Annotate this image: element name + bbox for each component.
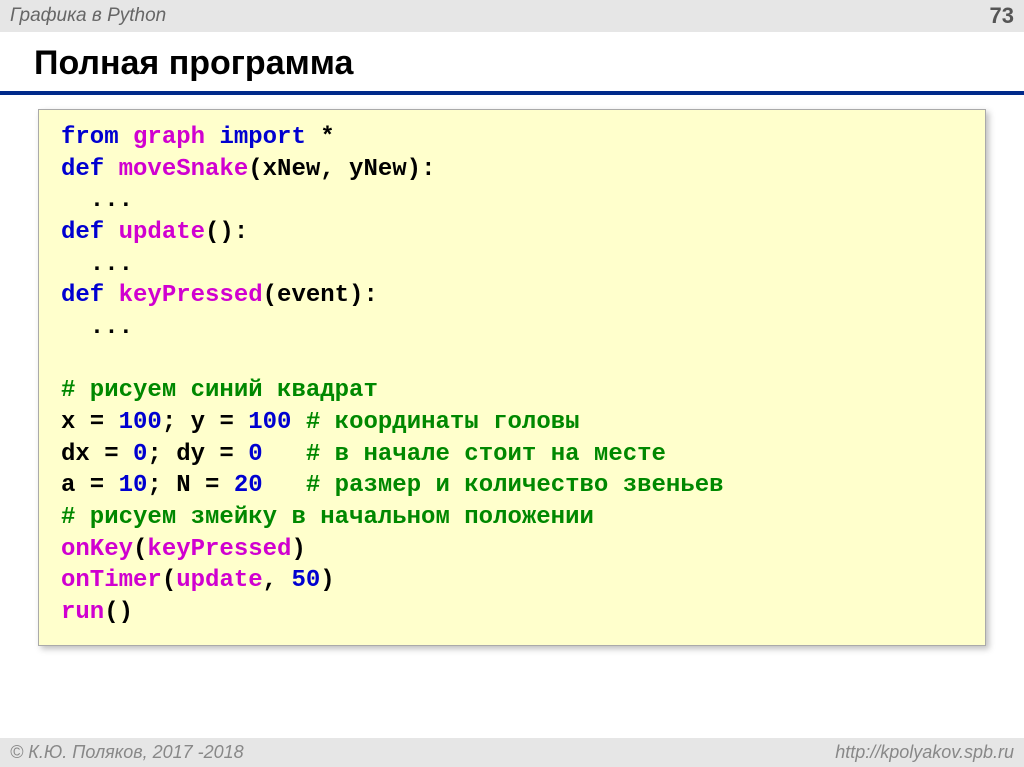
page-number: 73: [990, 3, 1014, 29]
slide-header: Графика в Python 73: [0, 0, 1024, 32]
slide-footer: © К.Ю. Поляков, 2017 -2018 http://kpolya…: [0, 738, 1024, 767]
slide-title: Полная программа: [0, 32, 1024, 95]
code-block: from graph import * def moveSnake(xNew, …: [38, 109, 986, 646]
header-title: Графика в Python: [10, 5, 166, 27]
footer-url: http://kpolyakov.spb.ru: [835, 742, 1014, 763]
footer-copyright: © К.Ю. Поляков, 2017 -2018: [10, 742, 244, 763]
